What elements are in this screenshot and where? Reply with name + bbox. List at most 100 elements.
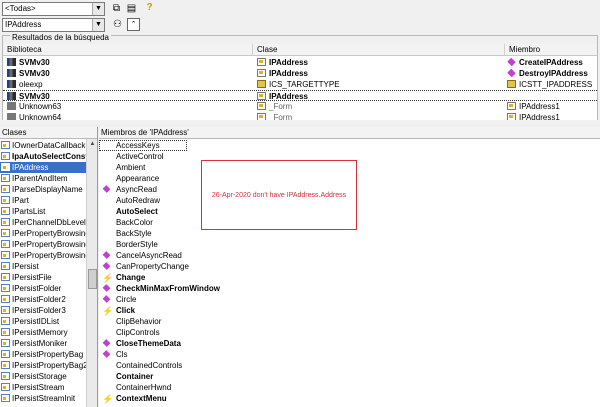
unknown-library-icon — [7, 102, 16, 110]
property-icon — [102, 196, 111, 204]
member-list-item[interactable]: CloseThemeData — [99, 338, 399, 349]
class-list-item[interactable]: IPersistStream — [0, 382, 86, 393]
cell-text: oleexp — [19, 80, 43, 89]
class-list-item[interactable]: IPersistFile — [0, 272, 86, 283]
scrollbar-thumb[interactable] — [88, 269, 97, 289]
member-name: BorderStyle — [116, 240, 158, 249]
unknown-library-icon — [7, 113, 16, 120]
method-icon — [507, 68, 516, 78]
member-list-item[interactable]: CancelAsyncRead — [99, 250, 399, 261]
column-header-class[interactable]: Clase — [253, 44, 505, 56]
class-list-item[interactable]: IPersist — [0, 261, 86, 272]
class-list-item[interactable]: IPersistFolder — [0, 283, 86, 294]
table-row[interactable]: SVMv30 IPAddress — [3, 90, 597, 101]
class-list-item[interactable]: IPersistMemory — [0, 327, 86, 338]
cell-text: IPAddress — [269, 69, 308, 78]
table-row[interactable]: SVMv30 IPAddress DestroyIPAddress — [3, 68, 597, 79]
event-icon: ⚡ — [102, 273, 114, 283]
search-combo[interactable]: IPAddress ▼ — [2, 18, 105, 32]
event-icon: ⚡ — [102, 306, 114, 316]
help-icon[interactable]: ? — [143, 1, 156, 14]
cell-text: _Form — [269, 113, 293, 120]
class-list-item[interactable]: IpaAutoSelectConst — [0, 151, 86, 162]
property-icon — [102, 361, 111, 369]
member-list-item[interactable]: ⚡ ContextMenu — [99, 393, 399, 404]
table-cell-class: _Form — [257, 112, 503, 120]
class-list-item[interactable]: IPersistFolder3 — [0, 305, 86, 316]
table-row[interactable]: Unknown64 _Form IPAddress1 — [3, 112, 597, 120]
class-list-item[interactable]: IPerPropertyBrowsing — [0, 228, 86, 239]
interface-icon — [257, 102, 266, 110]
member-list-item[interactable]: BorderStyle — [99, 239, 399, 250]
member-name: ClipControls — [116, 328, 160, 337]
library-combo-value: <Todas> — [5, 4, 36, 13]
class-list-item[interactable]: IPersistFolder2 — [0, 294, 86, 305]
member-list-item[interactable]: ⚡ Change — [99, 272, 399, 283]
member-list-item[interactable]: AccessKeys — [99, 140, 187, 151]
class-list-item[interactable]: IPersistMoniker — [0, 338, 86, 349]
library-icon — [7, 80, 16, 88]
property-icon — [102, 328, 111, 336]
library-combo[interactable]: <Todas> ▼ — [2, 2, 105, 16]
classes-pane: Clases IOwnerDataCallback IpaAutoSelectCo… — [0, 127, 98, 407]
class-list-item[interactable]: IPartsList — [0, 206, 86, 217]
class-list-item[interactable]: IOwnerDataCallback — [0, 140, 86, 151]
member-list-item[interactable]: Circle — [99, 294, 399, 305]
table-cell-member: CreateIPAddress — [507, 57, 597, 68]
interface-icon — [1, 152, 10, 160]
interface-icon — [1, 174, 10, 182]
class-list-item[interactable]: IPersistStorage — [0, 371, 86, 382]
cell-text: Unknown63 — [19, 102, 62, 111]
class-list-item[interactable]: IPersistStreamInit — [0, 393, 86, 404]
interface-icon — [1, 262, 10, 270]
table-row[interactable]: Unknown63 _Form IPAddress1 — [3, 101, 597, 112]
class-name: IPersistIDList — [12, 317, 60, 326]
binoculars-icon[interactable]: ⚇ — [111, 18, 124, 31]
cell-text: SVMv30 — [19, 58, 50, 67]
class-list-item[interactable]: IPAddress — [0, 162, 86, 173]
library-icon — [7, 69, 16, 77]
interface-icon — [257, 69, 266, 77]
interface-icon — [1, 372, 10, 380]
table-row[interactable]: oleexp ICS_TARGETTYPE ICSTT_IPADDRESS — [3, 79, 597, 90]
member-list-item[interactable]: ContainerHwnd — [99, 382, 399, 393]
copy-icon[interactable]: ⧉ — [110, 2, 123, 15]
method-icon — [102, 339, 111, 347]
class-list-item[interactable]: IPerChannelDbLevel — [0, 217, 86, 228]
member-name: ContainedControls — [116, 361, 183, 370]
class-list-item[interactable]: IPersistPropertyBag — [0, 349, 86, 360]
scroll-up-icon[interactable]: ▲ — [88, 140, 97, 149]
classes-scrollbar[interactable]: ▲ — [86, 139, 97, 407]
member-list-item[interactable]: CanPropertyChange — [99, 261, 399, 272]
class-list-item[interactable]: IPerPropertyBrowsing — [0, 250, 86, 261]
chevron-down-icon[interactable]: ▼ — [92, 19, 104, 31]
member-list-item[interactable]: Cls — [99, 349, 399, 360]
class-list-item[interactable]: IParseDisplayName — [0, 184, 86, 195]
member-list-item[interactable]: ClipBehavior — [99, 316, 399, 327]
class-list-item[interactable]: IPersistIDList — [0, 316, 86, 327]
column-header-member[interactable]: Miembro — [505, 44, 597, 56]
column-header-library[interactable]: Biblioteca — [3, 44, 253, 56]
property-icon — [102, 383, 111, 391]
member-list-item[interactable]: Container — [99, 371, 399, 382]
table-cell-lib: oleexp — [7, 79, 251, 90]
member-list-item[interactable]: ⚡ Click — [99, 305, 399, 316]
class-list-item[interactable]: IParentAndItem — [0, 173, 86, 184]
enum-icon — [257, 80, 266, 88]
member-list-item[interactable]: CheckMinMaxFromWindow — [99, 283, 399, 294]
interface-icon — [1, 328, 10, 336]
table-row[interactable]: SVMv30 IPAddress CreateIPAddress — [3, 57, 597, 68]
member-list-item[interactable]: ClipControls — [99, 327, 399, 338]
collapse-up-icon[interactable]: ⌃ — [127, 18, 140, 31]
member-list-item[interactable]: ContainedControls — [99, 360, 399, 371]
cell-text: IPAddress — [269, 58, 308, 67]
cell-text: IPAddress1 — [519, 102, 560, 111]
method-icon — [102, 284, 111, 292]
member-name: Circle — [116, 295, 137, 304]
class-list-item[interactable]: IPart — [0, 195, 86, 206]
property-icon — [102, 218, 111, 226]
class-list-item[interactable]: IPerPropertyBrowsing — [0, 239, 86, 250]
chevron-down-icon[interactable]: ▼ — [92, 3, 104, 15]
class-list-item[interactable]: IPersistPropertyBag2 — [0, 360, 86, 371]
view-definition-icon[interactable]: ▤ — [125, 2, 138, 15]
